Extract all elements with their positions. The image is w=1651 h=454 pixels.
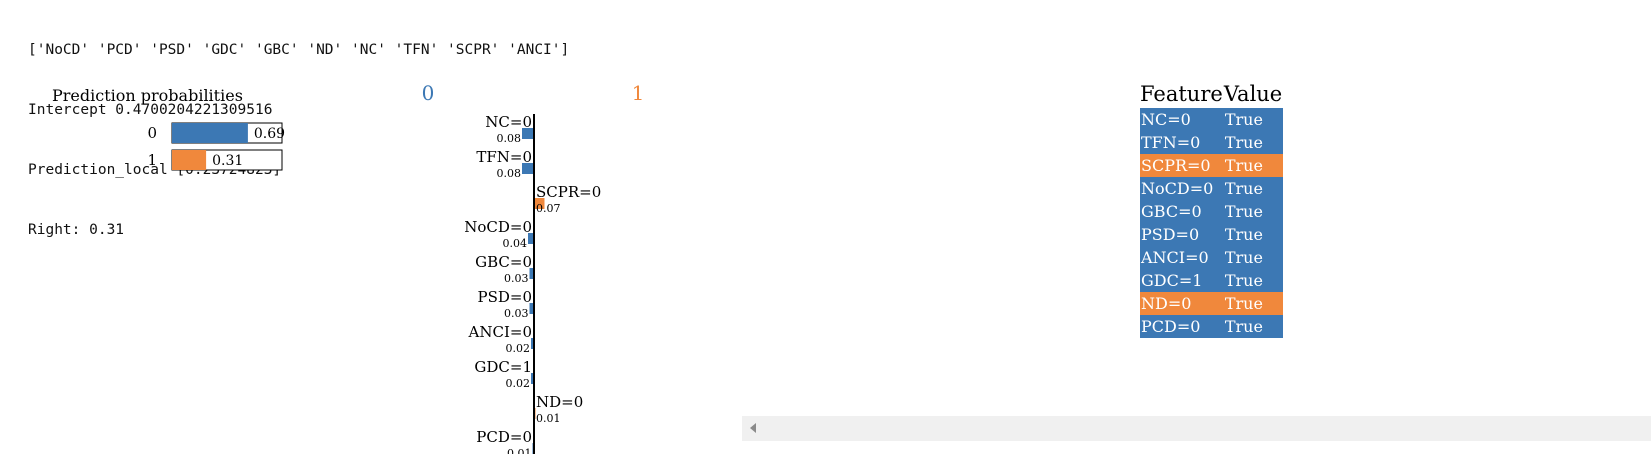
probability-value-label: 0.69 bbox=[254, 126, 285, 142]
feature-cell: GBC=0 bbox=[1141, 202, 1202, 221]
contribution-value-label: 0.01 bbox=[507, 447, 532, 454]
table-row: GDC=1 True bbox=[1140, 269, 1284, 292]
value-cell: True bbox=[1224, 294, 1263, 313]
feature-column-header: Feature bbox=[1140, 82, 1223, 106]
feature-cell: TFN=0 bbox=[1141, 133, 1201, 152]
feature-cell: GDC=1 bbox=[1141, 271, 1203, 290]
class-label: 1 bbox=[147, 151, 157, 169]
contribution-value-label: 0.02 bbox=[506, 377, 531, 390]
contribution-value-label: 0.08 bbox=[497, 167, 522, 180]
table-row: NoCD=0 True bbox=[1140, 177, 1284, 200]
feature-label: ANCI=0 bbox=[468, 323, 532, 341]
contribution-value-label: 0.07 bbox=[536, 202, 561, 215]
feature-cell: ND=0 bbox=[1141, 294, 1192, 313]
contribution-value-label: 0.04 bbox=[503, 237, 528, 250]
feature-label: ND=0 bbox=[536, 393, 583, 411]
feature-label: SCPR=0 bbox=[536, 183, 601, 201]
table-row: PSD=0 True bbox=[1140, 223, 1284, 246]
table-row: ND=0 True bbox=[1140, 292, 1284, 315]
feature-label: NoCD=0 bbox=[464, 218, 532, 236]
value-cell: True bbox=[1224, 179, 1263, 198]
console-line: ['NoCD' 'PCD' 'PSD' 'GDC' 'GBC' 'ND' 'NC… bbox=[28, 42, 570, 58]
feature-cell: PCD=0 bbox=[1141, 317, 1201, 336]
table-row: SCPR=0 True bbox=[1140, 154, 1284, 177]
value-cell: True bbox=[1224, 110, 1263, 129]
table-row: TFN=0 True bbox=[1140, 131, 1284, 154]
chart-title: Prediction probabilities bbox=[52, 86, 243, 105]
value-cell: True bbox=[1224, 248, 1263, 267]
contribution-bar bbox=[522, 163, 534, 174]
feature-contributions-chart: 0 1NC=00.08TFN=00.08SCPR=00.07NoCD=00.04G… bbox=[422, 81, 645, 454]
value-cell: True bbox=[1224, 156, 1263, 175]
value-cell: True bbox=[1224, 317, 1263, 336]
feature-cell: NoCD=0 bbox=[1141, 179, 1214, 198]
table-row: GBC=0 True bbox=[1140, 200, 1284, 223]
table-row: ANCI=0 True bbox=[1140, 246, 1284, 269]
scroll-left-arrow-icon[interactable] bbox=[750, 423, 756, 433]
contribution-value-label: 0.08 bbox=[497, 132, 522, 145]
feature-cell: NC=0 bbox=[1141, 110, 1191, 129]
value-cell: True bbox=[1224, 202, 1263, 221]
class-label: 0 bbox=[147, 124, 157, 142]
feature-cell: PSD=0 bbox=[1141, 225, 1200, 244]
feature-value-table: Feature Value NC=0 True TFN=0 True SCPR=0 Tru… bbox=[1140, 82, 1284, 338]
contribution-value-label: 0.03 bbox=[504, 307, 529, 320]
probability-bar bbox=[172, 150, 207, 170]
probability-value-label: 0.31 bbox=[212, 153, 243, 169]
contribution-value-label: 0.02 bbox=[506, 342, 531, 355]
value-cell: True bbox=[1224, 271, 1263, 290]
horizontal-scrollbar[interactable] bbox=[742, 416, 1651, 441]
table-header-row: Feature Value bbox=[1140, 82, 1283, 108]
table-row: NC=0 True bbox=[1140, 108, 1284, 131]
class-1-heading: 1 bbox=[632, 81, 645, 105]
probability-bar bbox=[172, 123, 248, 143]
feature-label: GDC=1 bbox=[474, 358, 532, 376]
value-column-header: Value bbox=[1223, 82, 1283, 106]
value-cell: True bbox=[1224, 225, 1263, 244]
feature-label: GBC=0 bbox=[475, 253, 532, 271]
prediction-probabilities-chart: Prediction probabilities 0 0.69 1 0.31 bbox=[52, 86, 285, 171]
value-cell: True bbox=[1224, 133, 1263, 152]
feature-cell: ANCI=0 bbox=[1141, 248, 1209, 267]
feature-label: PSD=0 bbox=[477, 288, 532, 306]
contribution-value-label: 0.01 bbox=[536, 412, 561, 425]
feature-cell: SCPR=0 bbox=[1141, 156, 1211, 175]
contribution-bar bbox=[522, 128, 534, 139]
feature-label: PCD=0 bbox=[476, 428, 532, 446]
contribution-value-label: 0.03 bbox=[504, 272, 529, 285]
table-row: PCD=0 True bbox=[1140, 315, 1284, 338]
class-0-heading: 0 bbox=[422, 81, 435, 105]
